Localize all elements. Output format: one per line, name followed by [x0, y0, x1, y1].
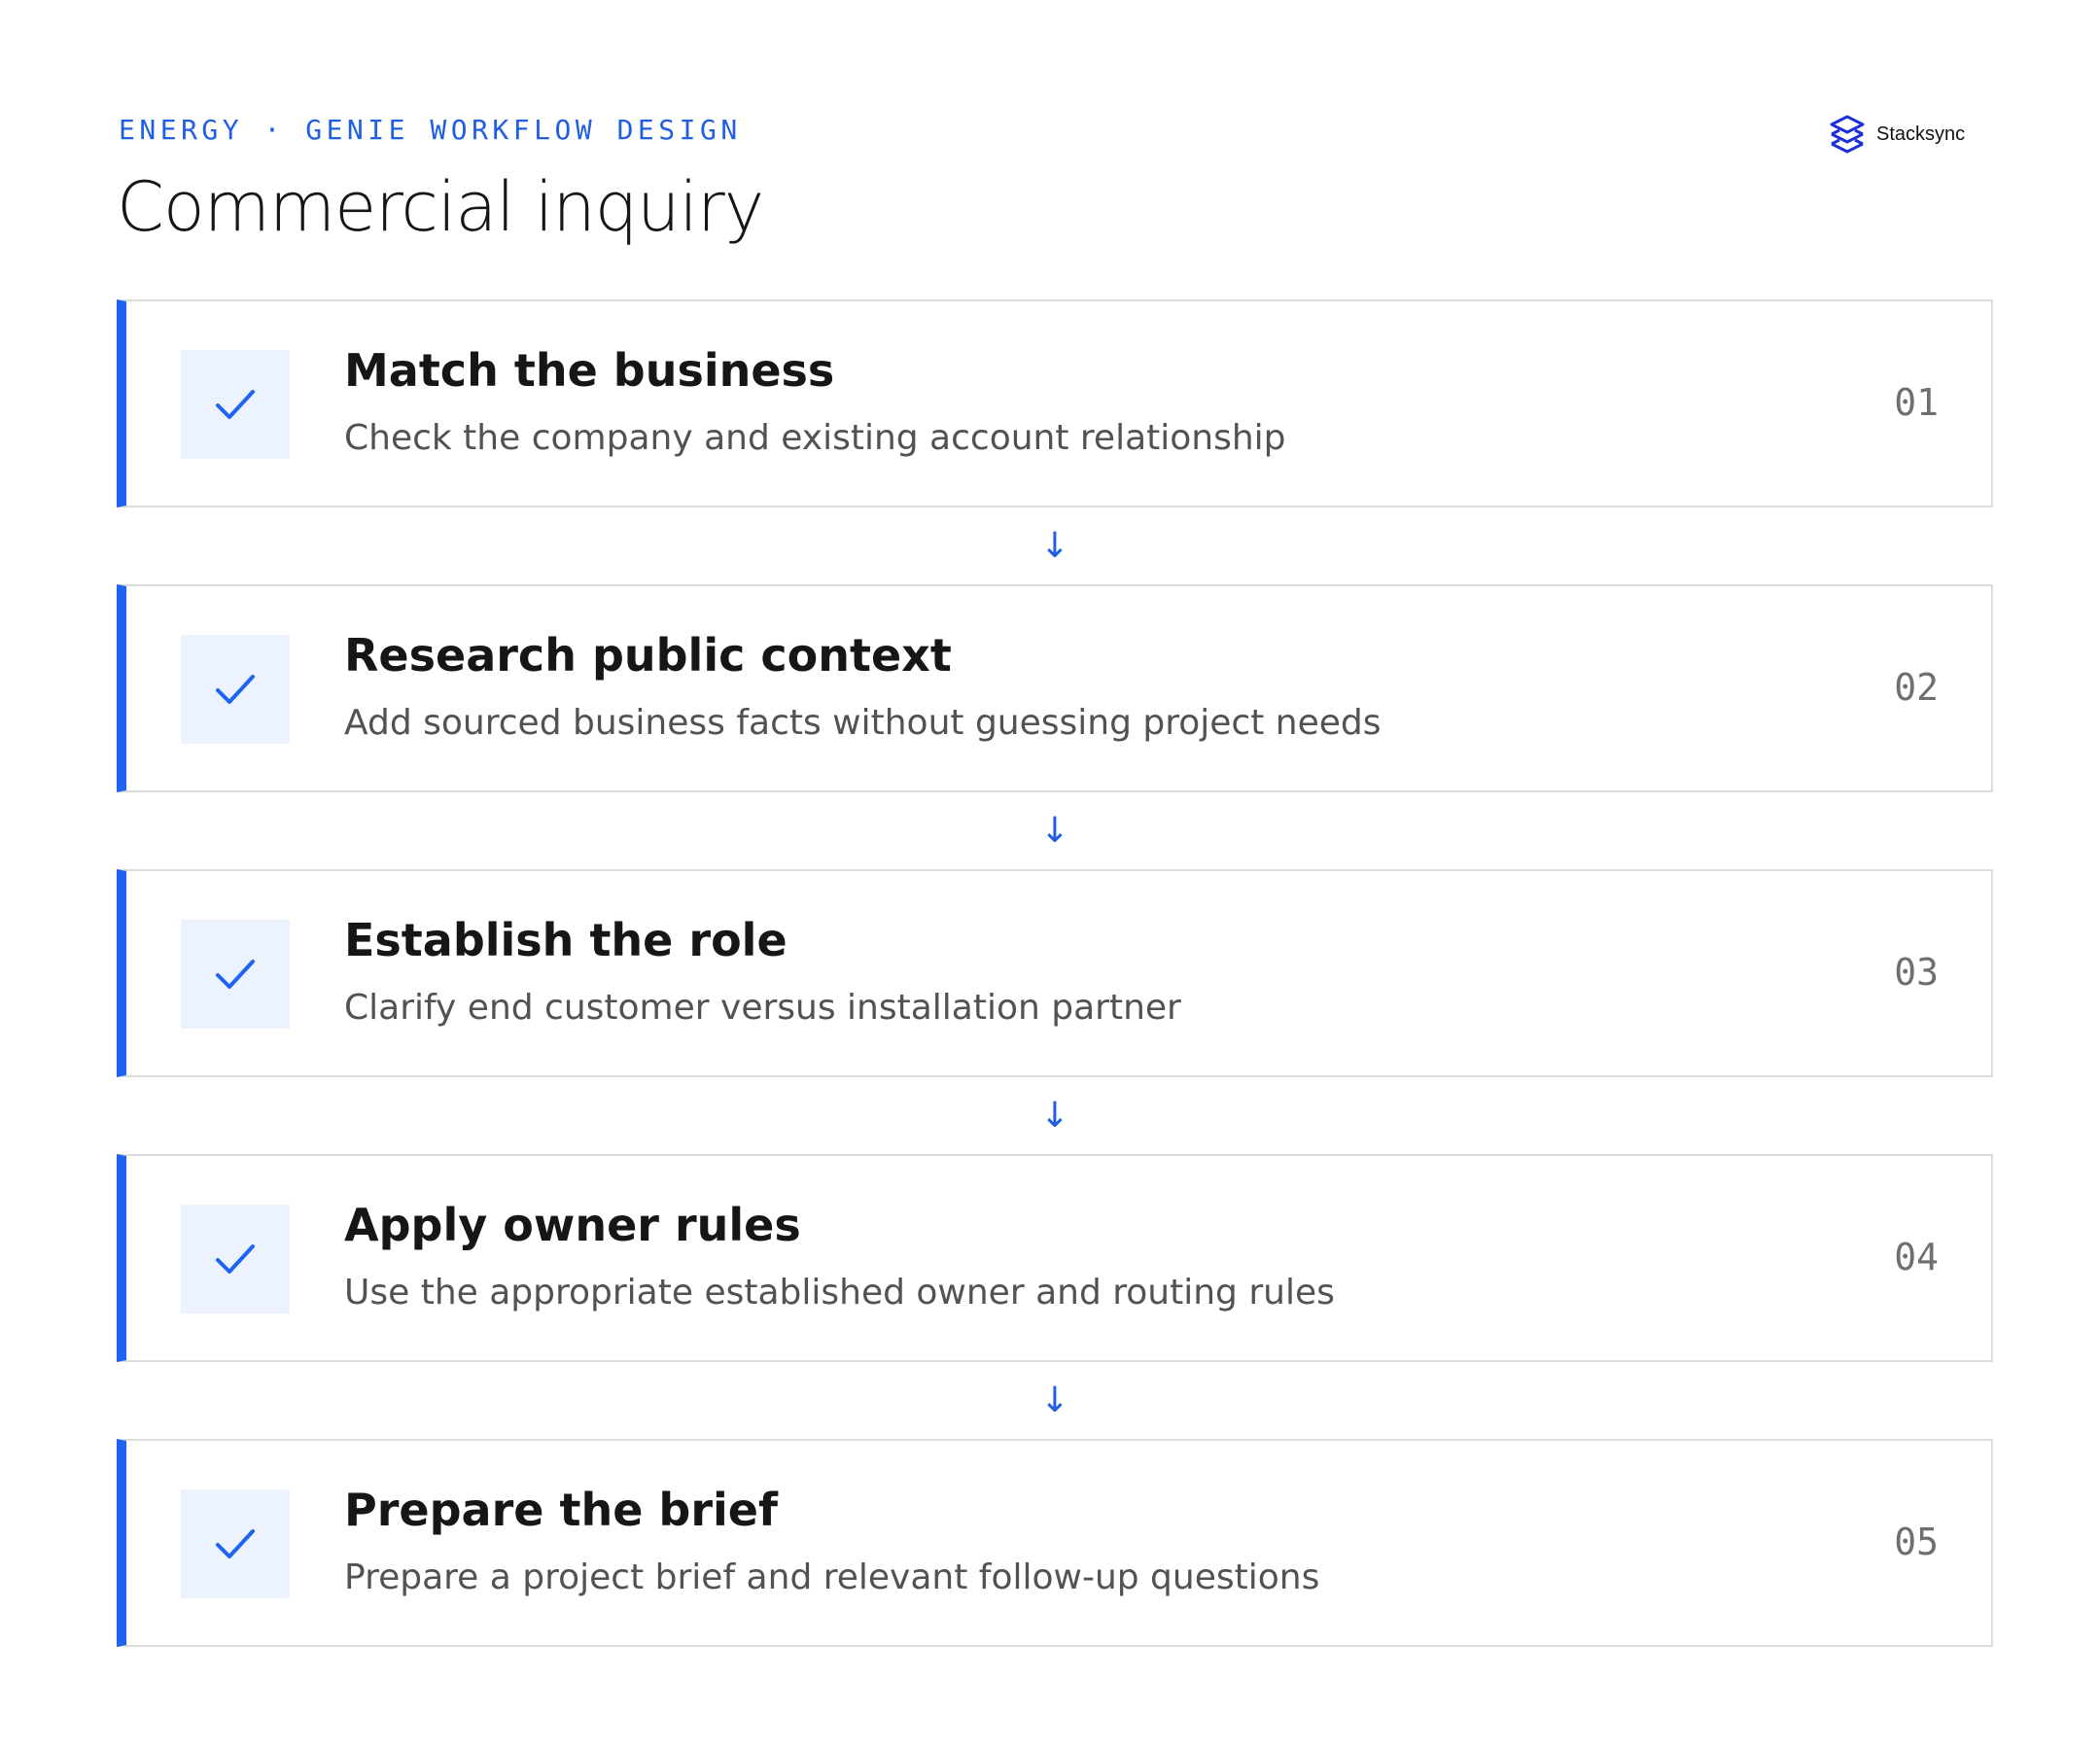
- status-check: [181, 1205, 290, 1313]
- step-title: Prepare the brief: [344, 1484, 779, 1536]
- arrow-down-icon: ↓: [1039, 525, 1070, 566]
- step-card: Apply owner rules Use the appropriate es…: [117, 1154, 1993, 1362]
- brand-logo: Stacksync: [1826, 113, 1965, 156]
- status-check: [181, 920, 290, 1029]
- status-check: [181, 1489, 290, 1598]
- arrow-down-icon: ↓: [1039, 1095, 1070, 1136]
- checkmark-icon: [216, 960, 255, 989]
- step-number: 02: [1894, 666, 1939, 709]
- step-card: Research public context Add sourced busi…: [117, 584, 1993, 792]
- step-number: 04: [1894, 1236, 1939, 1278]
- step-title: Match the business: [344, 344, 835, 397]
- step-description: Prepare a project brief and relevant fol…: [344, 1558, 1320, 1597]
- arrow-down-icon: ↓: [1039, 1380, 1070, 1420]
- workflow-steps: Match the business Check the company and…: [117, 299, 1993, 1647]
- eyebrow-label: ENERGY · GENIE WORKFLOW DESIGN: [119, 114, 742, 146]
- step-number: 03: [1894, 951, 1939, 994]
- step-title: Apply owner rules: [344, 1199, 801, 1251]
- step-title: Establish the role: [344, 914, 788, 966]
- page-title: Commercial inquiry: [117, 167, 764, 247]
- step-connector: ↓: [117, 508, 1993, 584]
- step-number: 01: [1894, 381, 1939, 424]
- stacksync-logo-icon: [1830, 115, 1865, 154]
- status-check: [181, 350, 290, 459]
- step-connector: ↓: [117, 792, 1993, 869]
- step-connector: ↓: [117, 1077, 1993, 1154]
- brand-name: Stacksync: [1876, 122, 1966, 145]
- checkmark-icon: [216, 1529, 255, 1558]
- arrow-down-icon: ↓: [1039, 810, 1070, 851]
- step-description: Clarify end customer versus installation…: [344, 988, 1181, 1028]
- step-number: 05: [1894, 1521, 1939, 1563]
- step-description: Use the appropriate established owner an…: [344, 1273, 1335, 1312]
- step-card: Prepare the brief Prepare a project brie…: [117, 1439, 1993, 1647]
- status-check: [181, 635, 290, 744]
- checkmark-icon: [216, 390, 255, 419]
- step-connector: ↓: [117, 1362, 1993, 1439]
- checkmark-icon: [216, 1244, 255, 1274]
- step-card: Establish the role Clarify end customer …: [117, 869, 1993, 1077]
- step-description: Add sourced business facts without guess…: [344, 703, 1382, 743]
- checkmark-icon: [216, 675, 255, 704]
- step-title: Research public context: [344, 629, 952, 682]
- step-description: Check the company and existing account r…: [344, 418, 1286, 458]
- step-card: Match the business Check the company and…: [117, 299, 1993, 508]
